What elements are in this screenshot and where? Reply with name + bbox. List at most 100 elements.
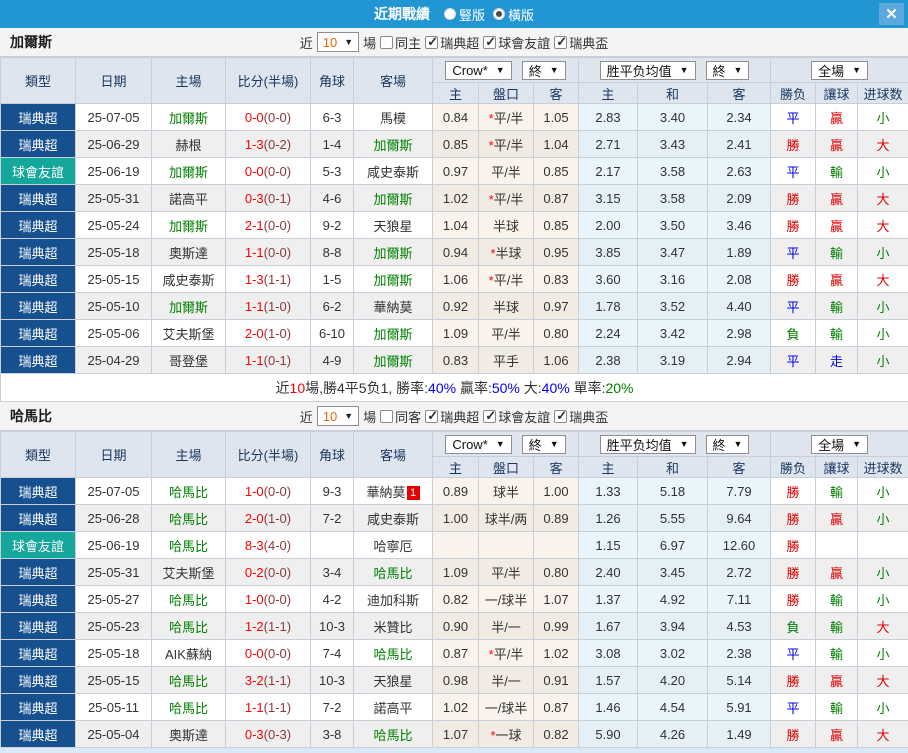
table-row: 瑞典超25-05-11哈馬比1-1(1-1)7-2諾高平1.02一/球半0.87…	[1, 694, 908, 721]
odds-home-cell: 0.97	[433, 158, 479, 185]
odds-home-cell: 1.09	[433, 320, 479, 347]
col-result: 勝负	[771, 457, 816, 478]
scope-select[interactable]: 全場▼	[811, 435, 868, 454]
league-checkbox-friendly[interactable]: 球會友誼	[483, 407, 550, 426]
company-select[interactable]: Crow*▼	[445, 435, 511, 454]
home-team-cell: 加爾斯	[152, 212, 226, 239]
checkbox-unchecked-icon	[380, 36, 393, 49]
score-cell: 2-0(1-0)	[226, 320, 311, 347]
league-checkbox-friendly[interactable]: 球會友誼	[483, 33, 550, 52]
odds-home-cell: 1.02	[433, 185, 479, 212]
final-select[interactable]: 終▼	[706, 435, 750, 454]
handicap-cell: 半/一	[479, 613, 534, 640]
table-row: 瑞典超25-05-31諾高平0-3(0-1)4-6加爾斯1.02*平/半0.87…	[1, 185, 908, 212]
league-checkbox-cup[interactable]: 瑞典盃	[554, 407, 608, 426]
chevron-down-icon: ▼	[496, 65, 505, 75]
layout-vertical-radio[interactable]: 豎版	[444, 5, 485, 24]
odds-home-cell: 0.90	[433, 613, 479, 640]
result-cell: 勝	[771, 266, 816, 293]
date-cell: 25-07-05	[76, 104, 152, 131]
avg-away-cell: 7.79	[708, 478, 771, 505]
away-team-cell: 加爾斯	[354, 347, 433, 374]
date-cell: 25-05-15	[76, 266, 152, 293]
summary-row: 近10場,勝4平5负1, 勝率:40% 贏率:50% 大:40% 單率:20%	[1, 374, 908, 402]
avg-select[interactable]: 胜平负均值▼	[600, 435, 696, 454]
red-card-badge: 1	[407, 486, 420, 500]
layout-horizontal-radio[interactable]: 橫版	[493, 5, 534, 24]
handicap-result-cell: 輸	[816, 586, 858, 613]
table-row: 瑞典超25-05-10加爾斯1-1(1-0)6-2華納莫0.92半球0.971.…	[1, 293, 908, 320]
col-avg-away: 客	[708, 83, 771, 104]
avg-draw-cell: 3.94	[638, 613, 708, 640]
league-checkbox-super[interactable]: 瑞典超	[425, 33, 479, 52]
home-team-cell: 哈馬比	[152, 613, 226, 640]
score-cell: 0-0(0-0)	[226, 104, 311, 131]
chevron-down-icon: ▼	[852, 439, 861, 449]
handicap-cell	[479, 532, 534, 559]
odds-away-cell: 0.91	[534, 667, 579, 694]
table-row: 瑞典超25-07-05加爾斯0-0(0-0)6-3馬模0.84*平/半1.052…	[1, 104, 908, 131]
date-cell: 25-05-23	[76, 613, 152, 640]
league-checkbox-cup[interactable]: 瑞典盃	[554, 33, 608, 52]
col-avg-draw: 和	[638, 83, 708, 104]
odds-away-cell: 1.05	[534, 104, 579, 131]
scope-group-header: 全場▼	[771, 58, 908, 83]
date-cell: 25-04-29	[76, 347, 152, 374]
close-button[interactable]: ✕	[879, 3, 904, 25]
col-corners: 角球	[311, 432, 354, 478]
final-select[interactable]: 終▼	[522, 61, 566, 80]
table-row: 球會友誼25-06-19加爾斯0-0(0-0)5-3咸史泰斯0.97平/半0.8…	[1, 158, 908, 185]
odds-away-cell: 0.89	[534, 505, 579, 532]
table-row: 瑞典超25-05-23哈馬比1-2(1-1)10-3米贊比0.90半/一0.99…	[1, 613, 908, 640]
result-cell: 負	[771, 613, 816, 640]
odds-home-cell: 0.94	[433, 239, 479, 266]
scope-select[interactable]: 全場▼	[811, 61, 868, 80]
handicap-cell: *平/半	[479, 185, 534, 212]
company-select[interactable]: Crow*▼	[445, 61, 511, 80]
result-cell: 平	[771, 158, 816, 185]
home-team-cell: 諾高平	[152, 185, 226, 212]
date-cell: 25-05-04	[76, 721, 152, 748]
matches-count-select[interactable]: 10 ▼	[317, 32, 359, 52]
avg-away-cell: 1.49	[708, 721, 771, 748]
avg-group-header: 胜平负均值▼ 終▼	[579, 432, 771, 457]
close-icon: ✕	[885, 5, 898, 23]
table-row: 瑞典超25-07-05哈馬比1-0(0-0)9-3華納莫10.89球半1.001…	[1, 478, 908, 505]
result-cell: 勝	[771, 559, 816, 586]
col-odds-away: 客	[534, 83, 579, 104]
away-team-cell: 加爾斯	[354, 266, 433, 293]
avg-home-cell: 2.40	[579, 559, 638, 586]
corners-cell: 8-8	[311, 239, 354, 266]
corners-cell: 10-3	[311, 667, 354, 694]
avg-home-cell: 2.38	[579, 347, 638, 374]
avg-select[interactable]: 胜平负均值▼	[600, 61, 696, 80]
odds-away-cell: 1.06	[534, 347, 579, 374]
matches-count-select[interactable]: 10 ▼	[317, 406, 359, 426]
league-checkbox-super[interactable]: 瑞典超	[425, 407, 479, 426]
table-row: 瑞典超25-06-28哈馬比2-0(1-0)7-2咸史泰斯1.00球半/两0.8…	[1, 505, 908, 532]
col-handicap-result: 讓球	[816, 457, 858, 478]
section-header-hammarby: 哈馬比 近 10 ▼ 場 同客 瑞典超 球會友誼 瑞典盃	[0, 402, 908, 431]
same-away-checkbox[interactable]: 同客	[380, 407, 421, 426]
col-result: 勝负	[771, 83, 816, 104]
handicap-cell: 半/一	[479, 667, 534, 694]
corners-cell: 4-9	[311, 347, 354, 374]
score-cell: 0-3(0-3)	[226, 721, 311, 748]
final-select[interactable]: 終▼	[706, 61, 750, 80]
odds-away-cell: 0.87	[534, 694, 579, 721]
odds-away-cell: 0.82	[534, 721, 579, 748]
goals-cell: 小	[858, 320, 908, 347]
goals-cell: 小	[858, 505, 908, 532]
goals-cell	[858, 532, 908, 559]
odds-away-cell: 0.95	[534, 239, 579, 266]
avg-away-cell: 2.94	[708, 347, 771, 374]
avg-draw-cell: 3.58	[638, 158, 708, 185]
final-select[interactable]: 終▼	[522, 435, 566, 454]
avg-home-cell: 1.26	[579, 505, 638, 532]
avg-away-cell: 4.40	[708, 293, 771, 320]
titlebar: 近期戰績 豎版 橫版 ✕	[0, 0, 908, 28]
same-home-checkbox[interactable]: 同主	[380, 33, 421, 52]
odds-home-cell: 0.89	[433, 478, 479, 505]
col-home: 主場	[152, 432, 226, 478]
avg-away-cell: 12.60	[708, 532, 771, 559]
